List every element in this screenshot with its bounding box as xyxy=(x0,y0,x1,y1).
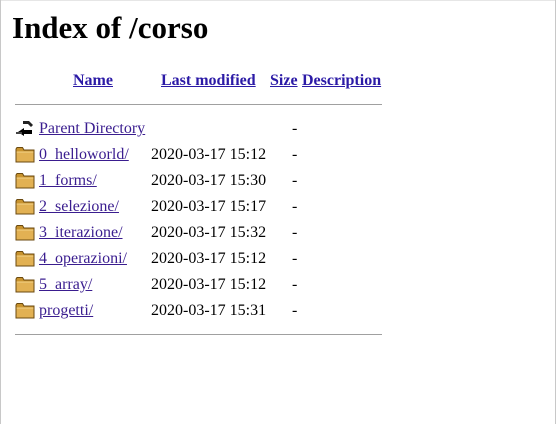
entry-size: - xyxy=(292,146,298,163)
entry-link[interactable]: 2_selezione/ xyxy=(39,198,119,215)
entry-name-cell: 5_array/ xyxy=(39,276,92,294)
entry-link[interactable]: 1_forms/ xyxy=(39,172,97,189)
window-top-edge xyxy=(0,0,556,1)
directory-entry-row: 0_helloworld/2020-03-17 15:12 - xyxy=(0,142,556,168)
directory-entry-row: progetti/2020-03-17 15:31 - xyxy=(0,298,556,324)
footer-divider xyxy=(15,334,382,335)
directory-entry-row: 1_forms/2020-03-17 15:30 - xyxy=(0,168,556,194)
header-divider xyxy=(15,104,382,105)
entry-size: - xyxy=(292,198,298,215)
entry-size: - xyxy=(292,172,298,189)
sort-by-size-link[interactable]: Size xyxy=(270,72,298,89)
entry-modified: 2020-03-17 15:32 xyxy=(151,224,267,241)
entry-name-cell: 1_forms/ xyxy=(39,172,97,190)
entry-name-cell: progetti/ xyxy=(39,302,93,320)
entry-modified: 2020-03-17 15:17 xyxy=(151,198,267,215)
back-icon[interactable] xyxy=(15,118,35,138)
directory-entry-row: 5_array/2020-03-17 15:12 - xyxy=(0,272,556,298)
entry-name-cell: 2_selezione/ xyxy=(39,198,119,216)
entry-name-cell: 0_helloworld/ xyxy=(39,146,129,164)
parent-directory-cell: Parent Directory xyxy=(39,120,145,138)
entry-link[interactable]: 0_helloworld/ xyxy=(39,146,129,163)
folder-icon[interactable] xyxy=(15,222,35,242)
entry-size: - xyxy=(292,250,298,267)
directory-entry-row: 2_selezione/2020-03-17 15:17 - xyxy=(0,194,556,220)
column-header-last-modified[interactable]: Last modified xyxy=(161,72,256,90)
entry-link[interactable]: 3_iterazione/ xyxy=(39,224,123,241)
folder-icon[interactable] xyxy=(15,274,35,294)
entry-size: - xyxy=(292,276,298,293)
directory-entry-row: 4_operazioni/2020-03-17 15:12 - xyxy=(0,246,556,272)
entry-modified: 2020-03-17 15:12 xyxy=(151,146,267,163)
entry-modified: 2020-03-17 15:12 xyxy=(151,250,267,267)
column-header-description[interactable]: Description xyxy=(302,72,381,90)
folder-icon[interactable] xyxy=(15,196,35,216)
entry-modified: 2020-03-17 15:30 xyxy=(151,172,267,189)
sort-by-description-link[interactable]: Description xyxy=(302,72,381,89)
entry-name-cell: 4_operazioni/ xyxy=(39,250,127,268)
entry-size: - xyxy=(292,302,298,319)
entry-modified: 2020-03-17 15:31 xyxy=(151,302,267,319)
parent-directory-link[interactable]: Parent Directory xyxy=(39,120,145,137)
page-title: Index of /corso xyxy=(12,10,209,45)
folder-icon[interactable] xyxy=(15,170,35,190)
folder-icon[interactable] xyxy=(15,144,35,164)
entry-link[interactable]: 4_operazioni/ xyxy=(39,250,127,267)
sort-by-name-link[interactable]: Name xyxy=(73,72,113,89)
directory-entry-row: 3_iterazione/2020-03-17 15:32 - xyxy=(0,220,556,246)
parent-directory-row: Parent Directory - xyxy=(0,116,556,142)
parent-size: - xyxy=(292,120,298,137)
column-header-name[interactable]: Name xyxy=(73,72,113,90)
folder-icon[interactable] xyxy=(15,248,35,268)
entry-modified: 2020-03-17 15:12 xyxy=(151,276,267,293)
entry-link[interactable]: progetti/ xyxy=(39,302,93,319)
sort-by-last-modified-link[interactable]: Last modified xyxy=(161,72,256,89)
entry-size: - xyxy=(292,224,298,241)
entry-link[interactable]: 5_array/ xyxy=(39,276,92,293)
folder-icon[interactable] xyxy=(15,300,35,320)
column-header-size[interactable]: Size xyxy=(270,72,298,90)
entry-name-cell: 3_iterazione/ xyxy=(39,224,123,242)
